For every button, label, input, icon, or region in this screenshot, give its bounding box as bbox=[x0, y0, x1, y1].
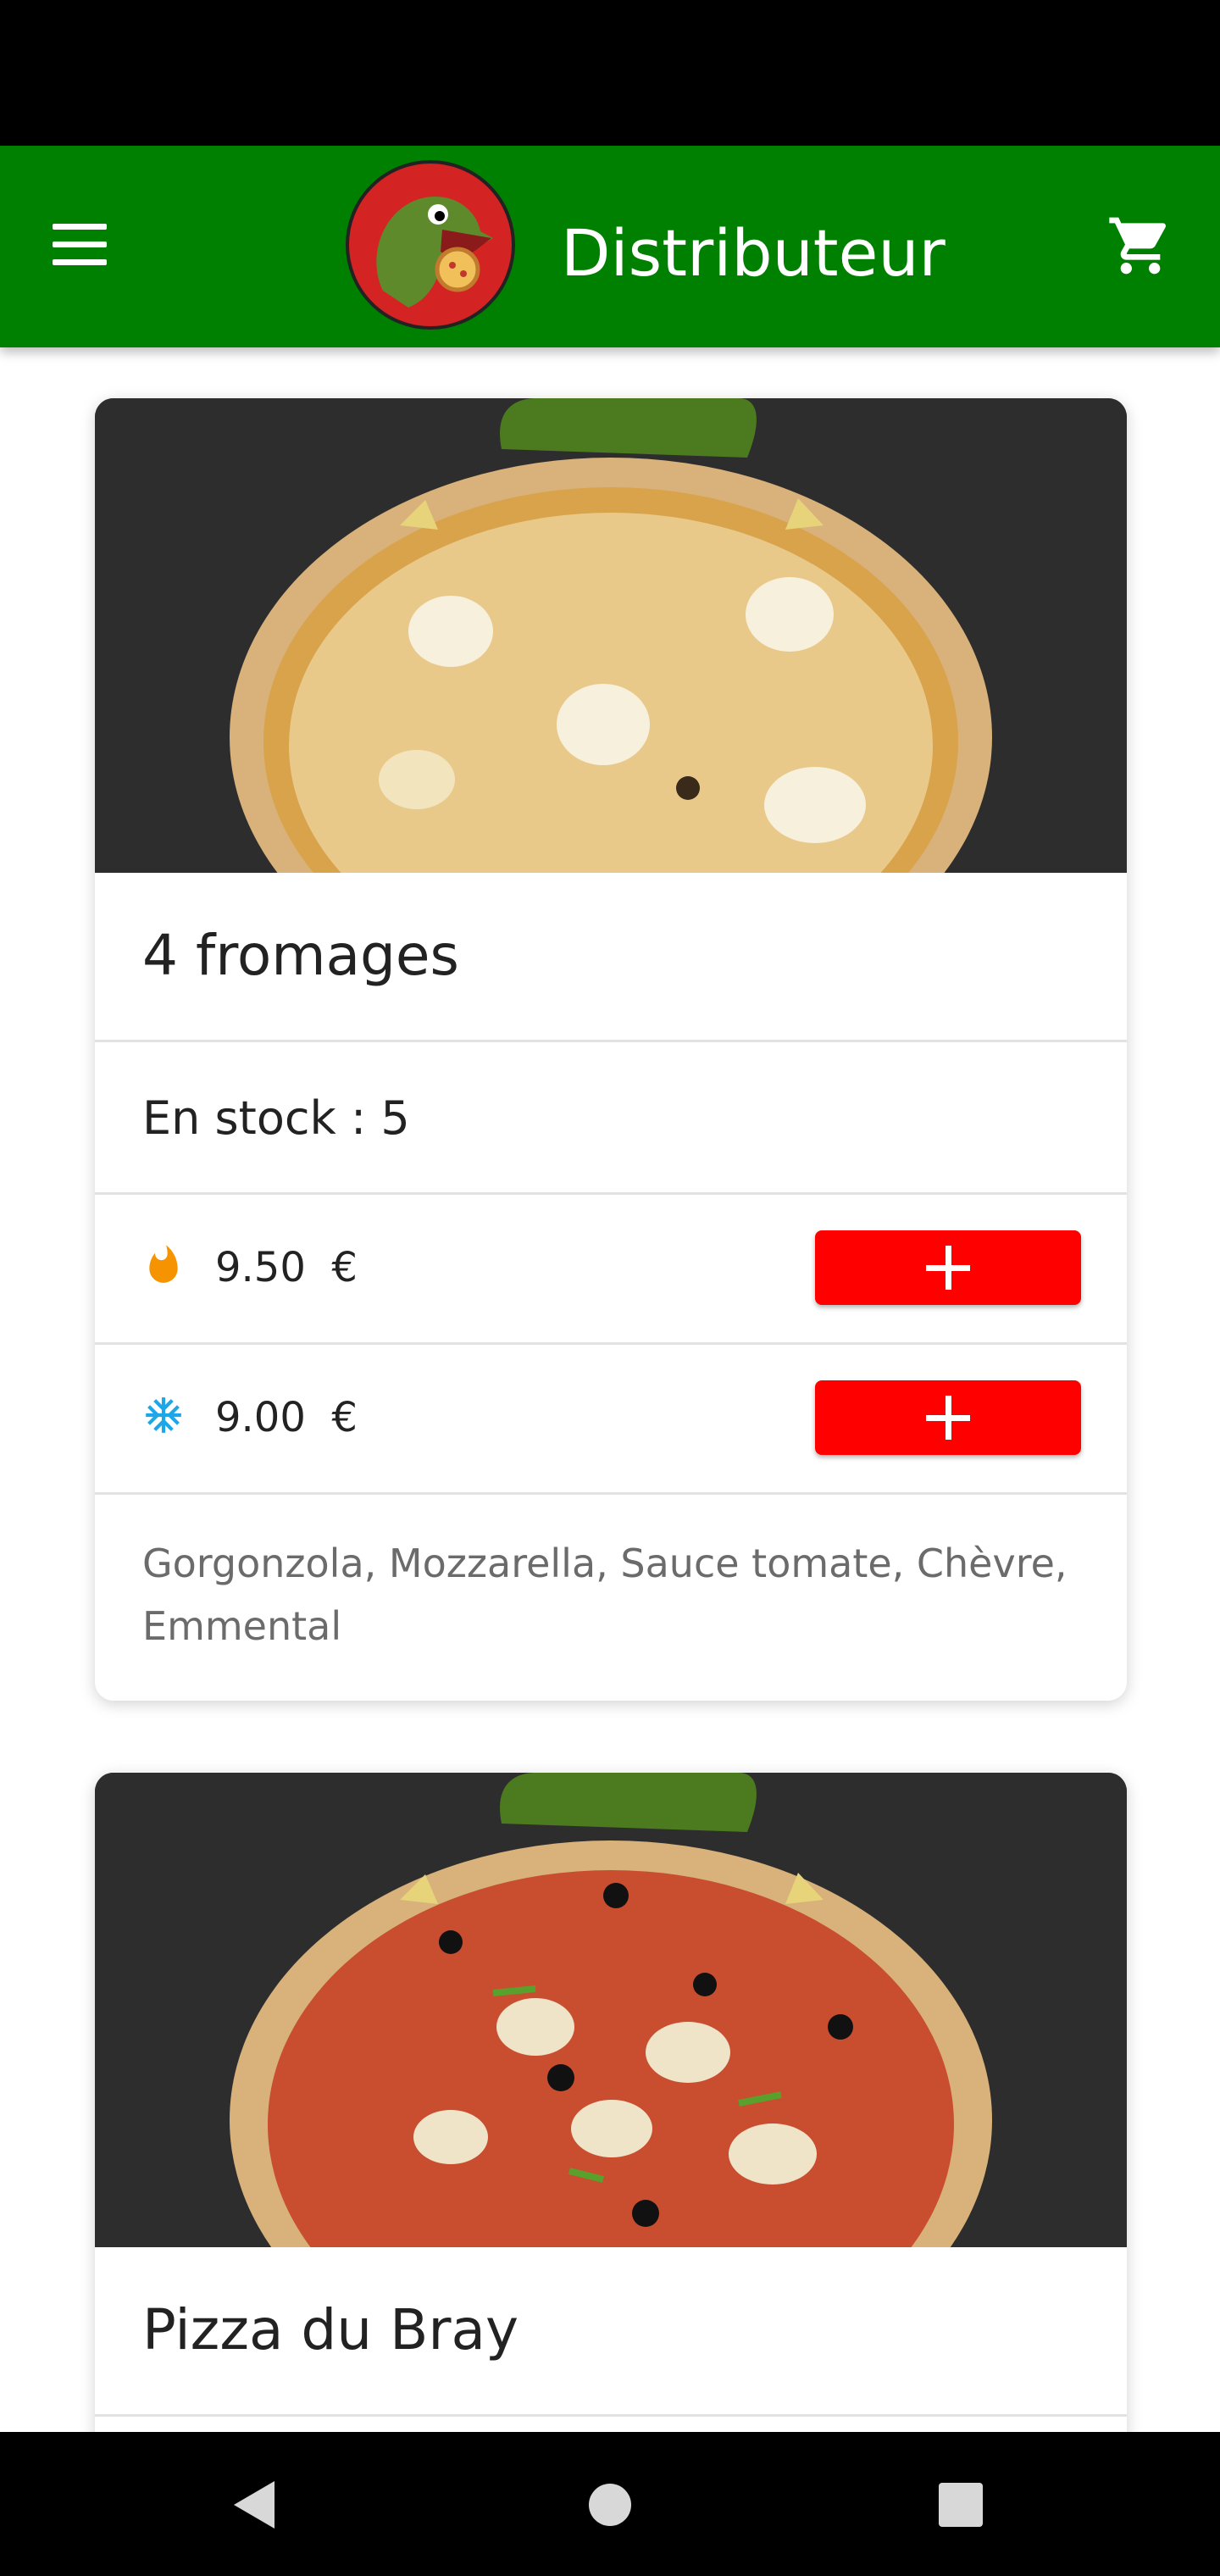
system-nav-bar bbox=[0, 2432, 1220, 2576]
snowflake-icon bbox=[146, 1397, 181, 1433]
recents-square-icon[interactable] bbox=[937, 2483, 984, 2527]
hamburger-menu-icon bbox=[53, 224, 107, 230]
price-row-hot: 9.50 € bbox=[95, 1195, 1127, 1345]
product-image bbox=[95, 1773, 1127, 2247]
back-triangle-icon[interactable] bbox=[230, 2478, 278, 2532]
flame-icon bbox=[149, 1245, 178, 1283]
product-name: 4 fromages bbox=[142, 923, 459, 988]
product-card: 4 fromages En stock : 5 9.50 € 9.00 € Go… bbox=[95, 398, 1127, 1701]
status-bar bbox=[0, 0, 1220, 146]
product-image bbox=[95, 398, 1127, 873]
product-description: Gorgonzola, Mozzarella, Sauce tomate, Ch… bbox=[142, 1541, 1068, 1649]
price-value: 9.50 € bbox=[215, 1244, 358, 1291]
product-card: Pizza du Bray bbox=[95, 1773, 1127, 2432]
add-to-cart-button[interactable] bbox=[815, 1230, 1081, 1305]
price-value: 9.00 € bbox=[215, 1394, 358, 1441]
shopping-cart-icon bbox=[1109, 217, 1167, 275]
menu-button[interactable] bbox=[53, 224, 107, 266]
product-list[interactable]: 4 fromages En stock : 5 9.50 € 9.00 € Go… bbox=[0, 347, 1220, 2432]
app-bar: Distributeur bbox=[0, 146, 1220, 347]
product-title-row: Pizza du Bray bbox=[95, 2247, 1127, 2417]
stock-row: En stock : 5 bbox=[95, 1042, 1127, 1195]
app-title: Distributeur bbox=[561, 215, 946, 291]
product-title-row: 4 fromages bbox=[95, 873, 1127, 1042]
price-row-cold: 9.00 € bbox=[95, 1345, 1127, 1495]
home-circle-icon[interactable] bbox=[586, 2481, 634, 2529]
stock-text: En stock : 5 bbox=[142, 1091, 410, 1145]
cart-button[interactable] bbox=[1106, 212, 1174, 280]
add-to-cart-button[interactable] bbox=[815, 1380, 1081, 1455]
product-name: Pizza du Bray bbox=[142, 2297, 519, 2362]
dinosaur-logo bbox=[346, 160, 515, 330]
